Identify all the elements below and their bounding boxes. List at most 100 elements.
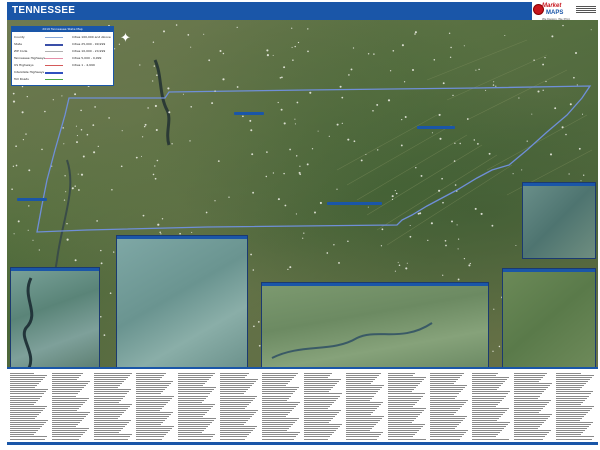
city-label [417, 126, 455, 129]
legend-state-line [45, 44, 63, 46]
city-dot [109, 292, 112, 295]
legend-toll: Toll Roads [14, 77, 29, 81]
city-dot [189, 140, 191, 142]
city-dot [287, 268, 289, 271]
city-dot [438, 113, 441, 116]
city-dot [420, 174, 423, 177]
city-dot [295, 155, 298, 157]
city-dot [242, 115, 244, 118]
city-dot [401, 119, 403, 121]
city-dot [217, 160, 220, 162]
city-dot [417, 212, 420, 215]
city-dot [280, 108, 283, 111]
city-dot [41, 148, 43, 151]
brand-logo: Market MAPS We Design, We Print [532, 2, 598, 22]
city-dot [26, 95, 28, 98]
city-dot [389, 70, 392, 72]
city-dot [373, 53, 375, 55]
city-dot [266, 49, 269, 52]
city-dot [459, 142, 461, 145]
city-dot [156, 74, 158, 76]
city-dot [299, 173, 302, 176]
city-dot [13, 233, 15, 235]
city-dot [544, 56, 546, 59]
city-dot [66, 238, 69, 241]
city-dot [100, 249, 102, 252]
city-dot [163, 30, 165, 33]
legend-county: County [14, 35, 25, 39]
city-dot [28, 205, 30, 207]
city-dot [152, 80, 154, 82]
city-dot [11, 188, 13, 190]
city-dot [283, 122, 286, 125]
city-dot [387, 99, 391, 102]
city-dot [339, 85, 342, 88]
city-dot [573, 76, 575, 79]
city-dot [250, 253, 252, 256]
city-dot [303, 232, 305, 234]
city-dot [144, 123, 147, 126]
city-dot [372, 110, 374, 112]
city-dot [442, 274, 444, 276]
city-dot [187, 34, 190, 36]
city-dot [309, 91, 312, 94]
city-dot [350, 68, 353, 71]
city-dot [32, 239, 34, 241]
city-dot [214, 200, 216, 202]
city-dot [453, 160, 456, 162]
city-dot [477, 143, 479, 145]
city-dot [457, 248, 459, 250]
city-dot [208, 59, 211, 62]
city-dot [15, 145, 17, 148]
city-dot [283, 66, 286, 69]
city-dot [22, 139, 24, 141]
city-dot [317, 130, 319, 132]
city-dot [457, 238, 460, 240]
city-dot [549, 153, 553, 156]
city-dot [86, 133, 89, 136]
city-dot [154, 165, 156, 167]
city-dot [154, 177, 157, 180]
city-dot [171, 143, 173, 145]
river [153, 59, 171, 146]
city-dot [139, 64, 141, 66]
city-dot [581, 113, 584, 115]
index-column [388, 373, 429, 441]
city-dot [542, 63, 545, 66]
index-column [220, 373, 261, 441]
city-dot [64, 175, 66, 177]
city-dot [565, 133, 567, 136]
city-dot [439, 137, 442, 140]
city-dot [159, 231, 161, 234]
city-dot [175, 24, 178, 26]
city-dot [403, 81, 406, 83]
city-dot [512, 173, 514, 175]
city-dot [203, 33, 205, 35]
city-dot [391, 195, 394, 198]
city-dot [466, 118, 469, 120]
legend-interstate: Interstate Highways [14, 70, 45, 74]
legend-city-class: Cities 5,000 - 9,999 [72, 56, 102, 60]
city-dot [561, 126, 564, 129]
city-dot [251, 153, 254, 156]
city-dot [25, 133, 27, 135]
city-dot [143, 125, 146, 128]
city-dot [277, 101, 279, 104]
city-dot [468, 264, 471, 267]
city-dot [92, 124, 95, 126]
legend-interstate-line [45, 72, 63, 74]
city-dot [21, 111, 24, 114]
city-dot [191, 231, 193, 233]
city-dot [152, 173, 155, 176]
legend-us-hwy-line [45, 65, 63, 66]
city-dot [302, 237, 304, 239]
city-dot [433, 59, 436, 61]
city-dot [328, 135, 330, 137]
city-dot [545, 80, 547, 83]
city-dot [82, 155, 85, 158]
city-dot [236, 86, 239, 88]
city-dot [15, 164, 18, 167]
city-dot [272, 54, 274, 56]
city-dot [515, 245, 517, 246]
city-dot [463, 257, 466, 260]
